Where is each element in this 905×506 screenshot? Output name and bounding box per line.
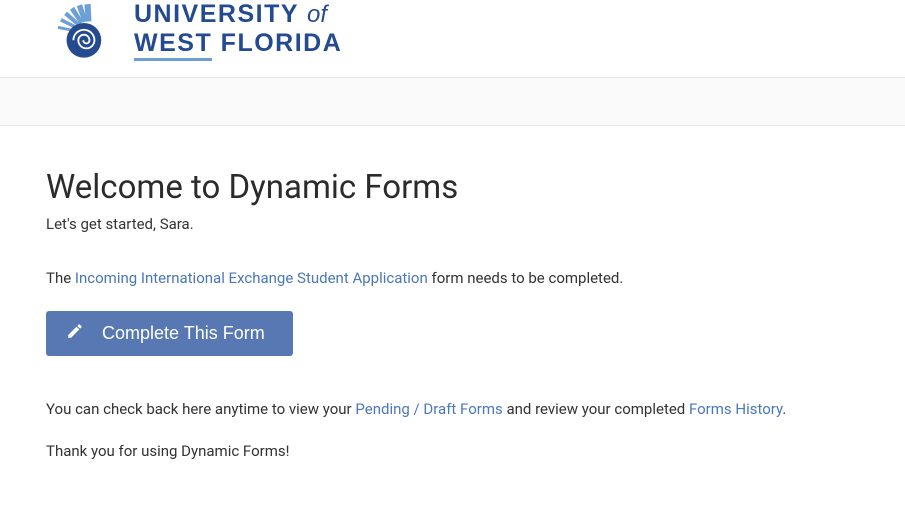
logo-line-2: WEST FLORIDA <box>134 31 342 61</box>
pencil-icon <box>66 322 84 345</box>
logo-text: UNIVERSITY of WEST FLORIDA <box>134 2 342 61</box>
info-line: You can check back here anytime to view … <box>46 400 859 418</box>
main-content: Welcome to Dynamic Forms Let's get start… <box>0 126 905 500</box>
logo: UNIVERSITY of WEST FLORIDA <box>56 0 905 62</box>
thanks-line: Thank you for using Dynamic Forms! <box>46 442 859 460</box>
logo-line-1: UNIVERSITY of <box>134 2 342 27</box>
form-name-link[interactable]: Incoming International Exchange Student … <box>75 269 428 287</box>
complete-form-button[interactable]: Complete This Form <box>46 311 293 356</box>
subheader-bar <box>0 78 905 126</box>
page-title: Welcome to Dynamic Forms <box>46 168 859 207</box>
form-needed-line: The Incoming International Exchange Stud… <box>46 269 859 287</box>
greeting: Let's get started, Sara. <box>46 215 859 233</box>
complete-form-label: Complete This Form <box>102 323 265 344</box>
nautilus-logo-icon <box>56 0 118 62</box>
pending-forms-link[interactable]: Pending / Draft Forms <box>355 400 502 418</box>
header: UNIVERSITY of WEST FLORIDA <box>0 0 905 78</box>
forms-history-link[interactable]: Forms History <box>689 400 782 418</box>
